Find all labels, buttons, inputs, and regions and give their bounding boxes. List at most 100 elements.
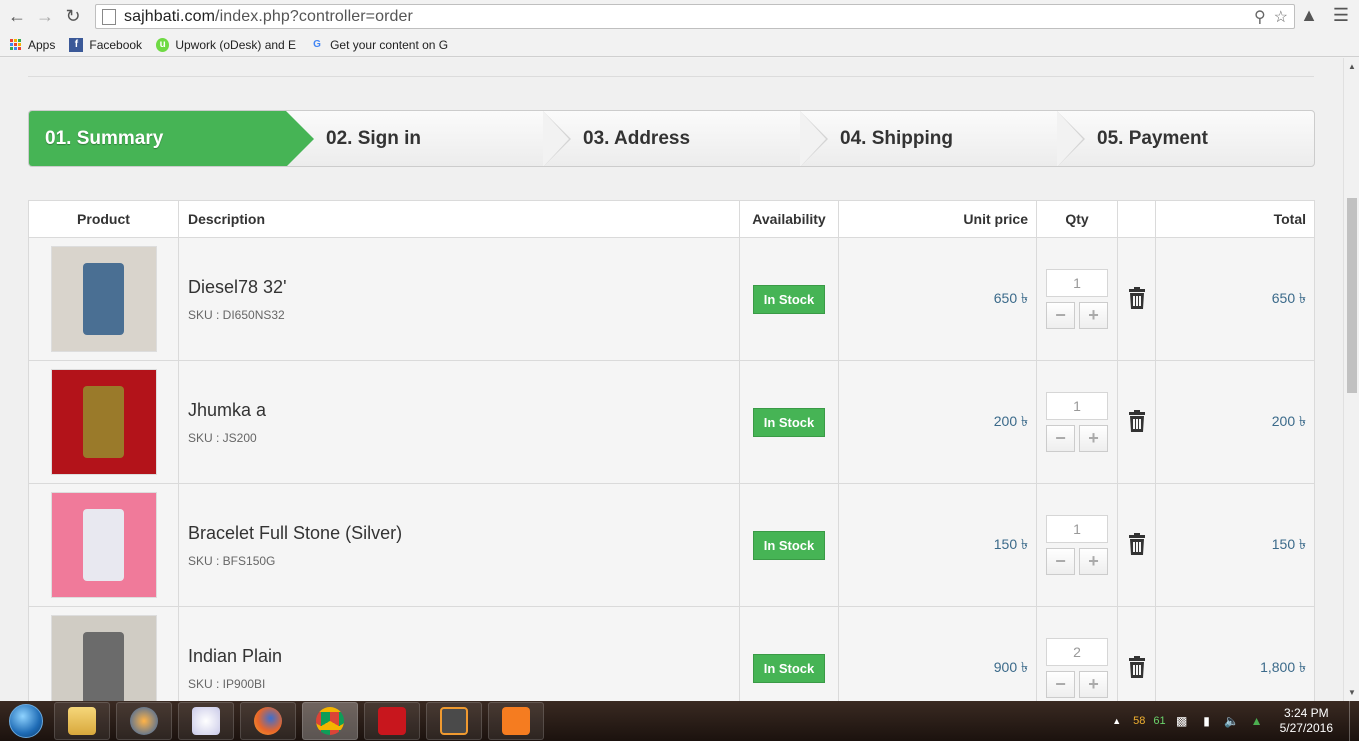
taskbar-chrome[interactable] [302, 702, 358, 740]
description-cell: Bracelet Full Stone (Silver) SKU : BFS15… [178, 483, 740, 607]
product-cell [28, 360, 179, 484]
unit-price-cell: 900 ৳ [838, 606, 1037, 701]
trash-icon[interactable] [1128, 655, 1146, 681]
step-shipping[interactable]: 04. Shipping [800, 111, 1085, 166]
url-text[interactable]: sajhbati.com/index.php?controller=order [124, 8, 413, 26]
header-description: Description [178, 200, 740, 238]
product-name-link[interactable]: Jhumka a [188, 400, 739, 421]
trash-icon[interactable] [1128, 532, 1146, 558]
qty-increase-button[interactable]: + [1079, 671, 1108, 698]
taskbar-explorer[interactable] [54, 702, 110, 740]
taskbar-paint[interactable] [178, 702, 234, 740]
quantity-input[interactable]: 1 [1046, 269, 1108, 297]
apps-grid-icon [8, 38, 22, 52]
plus-icon: + [1088, 305, 1099, 325]
scroll-up-arrow-icon[interactable]: ▲ [1348, 62, 1356, 71]
volume-icon[interactable]: 🔈 [1224, 713, 1240, 729]
tray-counter-1[interactable]: 58 [1133, 715, 1145, 727]
step-summary[interactable]: 01. Summary [29, 111, 314, 166]
trash-icon[interactable] [1128, 286, 1146, 312]
bookmark-star-icon[interactable]: ☆ [1274, 7, 1288, 27]
qty-decrease-button[interactable]: − [1046, 548, 1075, 575]
plus-icon: + [1088, 428, 1099, 448]
network-signal-icon[interactable]: ▮ [1199, 713, 1215, 729]
line-total: 650 ৳ [1271, 290, 1306, 306]
cart-row: Indian Plain SKU : IP900BI In Stock 900 … [28, 606, 1315, 701]
taskbar-sublime[interactable] [426, 702, 482, 740]
bookmark-upwork[interactable]: u Upwork (oDesk) and E [156, 37, 296, 52]
product-name-link[interactable]: Indian Plain [188, 646, 739, 667]
delete-cell [1117, 606, 1156, 701]
unit-price-cell: 150 ৳ [838, 483, 1037, 607]
qty-decrease-button[interactable]: − [1046, 425, 1075, 452]
bookmark-apps[interactable]: Apps [8, 38, 55, 52]
product-thumbnail[interactable] [50, 369, 157, 475]
menu-icon[interactable]: ☰ [1331, 4, 1351, 26]
header-availability: Availability [739, 200, 839, 238]
page-scrollbar[interactable]: ▲ ▼ [1343, 58, 1359, 701]
divider [28, 76, 1314, 77]
qty-increase-button[interactable]: + [1079, 548, 1108, 575]
tray-counter-2[interactable]: 61 [1153, 715, 1165, 727]
step-payment[interactable]: 05. Payment [1057, 111, 1314, 166]
product-thumbnail[interactable] [50, 492, 157, 598]
product-thumbnail[interactable] [50, 246, 157, 352]
in-stock-badge: In Stock [752, 530, 826, 560]
minus-icon: − [1055, 551, 1066, 571]
zoom-icon[interactable]: ⚲ [1254, 7, 1266, 27]
qty-increase-button[interactable]: + [1079, 302, 1108, 329]
bookmark-facebook[interactable]: f Facebook [69, 37, 142, 52]
google-drive-icon[interactable]: ▲ [1249, 713, 1265, 729]
forward-arrow-icon[interactable]: → [31, 3, 59, 31]
quantity-input[interactable]: 2 [1046, 638, 1108, 666]
taskbar-media-player[interactable] [116, 702, 172, 740]
upwork-icon: u [156, 37, 170, 52]
plus-icon: + [1088, 674, 1099, 694]
page-icon [102, 8, 116, 25]
product-cell [28, 483, 179, 607]
header-unit-price: Unit price [838, 200, 1037, 238]
drive-extension-icon[interactable]: ▲ [1299, 4, 1319, 26]
clock-time: 3:24 PM [1283, 706, 1329, 720]
product-name-link[interactable]: Bracelet Full Stone (Silver) [188, 523, 739, 544]
taskbar-xampp[interactable] [488, 702, 544, 740]
qty-cell: 1 − + [1036, 237, 1118, 361]
scrollbar-thumb[interactable] [1347, 198, 1357, 393]
qty-cell: 1 − + [1036, 360, 1118, 484]
back-arrow-icon[interactable]: ← [3, 3, 31, 31]
page-viewport: 01. Summary 02. Sign in 03. Address 04. … [0, 58, 1343, 701]
qty-decrease-button[interactable]: − [1046, 302, 1075, 329]
bookmarks-bar: Apps f Facebook u Upwork (oDesk) and E G… [0, 33, 1359, 57]
quantity-input[interactable]: 1 [1046, 515, 1108, 543]
line-total: 200 ৳ [1271, 413, 1306, 429]
address-bar[interactable]: sajhbati.com/index.php?controller=order … [95, 4, 1295, 29]
product-cell [28, 606, 179, 701]
reload-icon[interactable]: ↻ [59, 3, 87, 31]
step-sign-in[interactable]: 02. Sign in [286, 111, 571, 166]
step-address[interactable]: 03. Address [543, 111, 828, 166]
tray-device-icon[interactable]: ▩ [1174, 713, 1190, 729]
show-desktop-button[interactable] [1349, 701, 1359, 741]
system-clock[interactable]: 3:24 PM 5/27/2016 [1280, 706, 1333, 736]
availability-cell: In Stock [739, 483, 839, 607]
taskbar-acrobat[interactable] [364, 702, 420, 740]
qty-decrease-button[interactable]: − [1046, 671, 1075, 698]
taskbar-firefox[interactable] [240, 702, 296, 740]
qty-increase-button[interactable]: + [1079, 425, 1108, 452]
quantity-input[interactable]: 1 [1046, 392, 1108, 420]
show-hidden-icons-arrow-icon[interactable]: ▲ [1112, 716, 1121, 726]
bookmark-google[interactable]: G Get your content on G [310, 38, 448, 52]
minus-icon: − [1055, 428, 1066, 448]
product-thumbnail[interactable] [50, 615, 157, 701]
minus-icon: − [1055, 674, 1066, 694]
unit-price-cell: 200 ৳ [838, 360, 1037, 484]
trash-icon[interactable] [1128, 409, 1146, 435]
product-name-link[interactable]: Diesel78 32' [188, 277, 739, 298]
start-button[interactable] [4, 701, 48, 741]
header-product: Product [28, 200, 179, 238]
google-icon: G [313, 39, 321, 50]
header-delete [1117, 200, 1156, 238]
windows-taskbar: ▲ 58 61 ▩ ▮ 🔈 ▲ 3:24 PM 5/27/2016 [0, 701, 1359, 741]
product-sku: SKU : DI650NS32 [188, 307, 285, 322]
scroll-down-arrow-icon[interactable]: ▼ [1348, 688, 1356, 697]
